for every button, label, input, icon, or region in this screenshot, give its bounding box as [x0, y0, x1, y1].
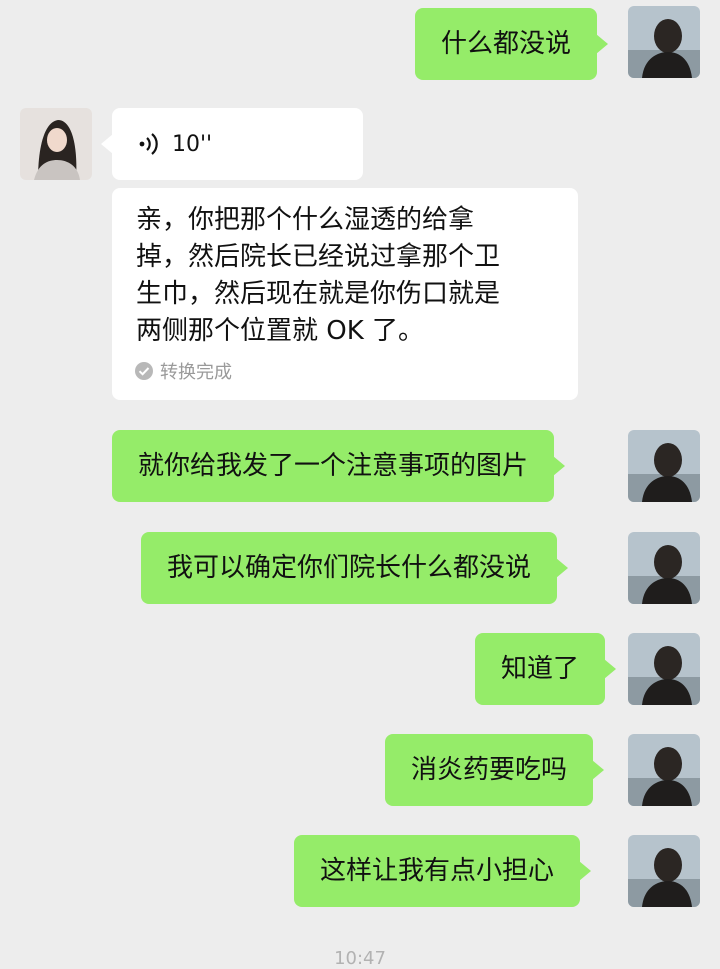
- contact-photo-icon: [20, 108, 92, 180]
- user-photo-icon: [628, 532, 700, 604]
- message-bubble-sent[interactable]: 知道了: [475, 633, 617, 705]
- message-bubble-sent[interactable]: 什么都没说: [415, 8, 609, 80]
- user-photo-icon: [628, 633, 700, 705]
- message-text: 我可以确定你们院长什么都没说: [167, 553, 532, 583]
- user-photo-icon: [628, 835, 700, 907]
- user-photo-icon: [628, 430, 700, 502]
- user-photo-icon: [628, 6, 700, 78]
- voice-message[interactable]: 10'': [101, 108, 363, 180]
- user-photo-icon: [628, 734, 700, 806]
- my-avatar[interactable]: [628, 734, 700, 806]
- transcript-line: 掉，然后院长已经说过拿那个卫: [136, 242, 501, 272]
- voice-duration: 10'': [172, 131, 213, 157]
- message-text: 知道了: [501, 654, 580, 684]
- transcript-line: 亲，你把那个什么湿透的给拿: [136, 205, 475, 235]
- my-avatar[interactable]: [628, 532, 700, 604]
- message-bubble-sent[interactable]: 我可以确定你们院长什么都没说: [141, 532, 569, 604]
- transcript-status: 转换完成: [134, 358, 232, 384]
- check-circle-icon: [135, 362, 153, 380]
- transcript-line: 生巾，然后现在就是你伤口就是: [136, 279, 501, 309]
- transcript-status-label: 转换完成: [160, 362, 232, 383]
- message-text: 什么都没说: [441, 29, 572, 59]
- my-avatar[interactable]: [628, 6, 700, 78]
- contact-avatar[interactable]: [20, 108, 92, 180]
- message-text: 就你给我发了一个注意事项的图片: [138, 451, 529, 481]
- my-avatar[interactable]: [628, 430, 700, 502]
- my-avatar[interactable]: [628, 633, 700, 705]
- voice-transcript[interactable]: 亲，你把那个什么湿透的给拿 掉，然后院长已经说过拿那个卫 生巾，然后现在就是你伤…: [112, 188, 578, 400]
- message-text: 这样让我有点小担心: [320, 856, 555, 886]
- chat-timestamp: 10:47: [334, 948, 386, 969]
- my-avatar[interactable]: [628, 835, 700, 907]
- message-bubble-sent[interactable]: 就你给我发了一个注意事项的图片: [112, 430, 566, 502]
- transcript-line: 两侧那个位置就 OK 了。: [136, 316, 425, 346]
- message-bubble-sent[interactable]: 消炎药要吃吗: [385, 734, 605, 806]
- voice-wave-icon: [139, 133, 158, 155]
- message-bubble-sent[interactable]: 这样让我有点小担心: [294, 835, 592, 907]
- message-text: 消炎药要吃吗: [411, 755, 568, 785]
